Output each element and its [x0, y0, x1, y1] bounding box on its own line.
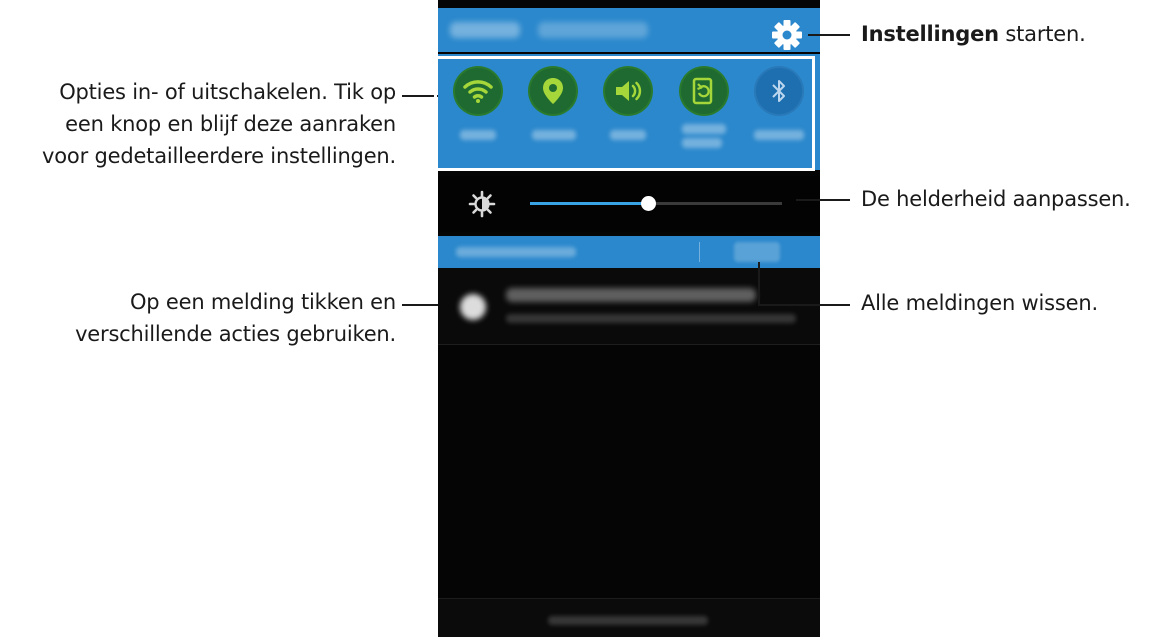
bottom-bar-blur: [548, 616, 708, 625]
notification-title-blur: [506, 288, 756, 302]
notification-panel: [438, 0, 820, 637]
status-date-blur: [538, 22, 648, 38]
annotation-line: verschillende acties gebruiken.: [75, 322, 396, 346]
clear-leader-horizontal: [758, 304, 850, 306]
clear-all-button[interactable]: [734, 242, 780, 262]
settings-annotation: Instellingen starten.: [861, 18, 1086, 50]
brightness-icon: [468, 190, 496, 218]
sound-icon: [616, 81, 642, 101]
clear-leader-vertical: [758, 262, 760, 306]
annotation-line: een knop en blijf deze aanraken: [65, 112, 396, 136]
brightness-slider-fill: [530, 202, 649, 205]
bluetooth-icon: [772, 80, 785, 102]
bluetooth-toggle[interactable]: [754, 66, 804, 116]
quick-settings-panel: [438, 54, 820, 170]
annotation-text: starten.: [998, 22, 1086, 46]
wifi-toggle[interactable]: [453, 66, 503, 116]
quick-setting-caption: [460, 130, 496, 140]
screen-rotation-toggle[interactable]: [679, 66, 729, 116]
sound-toggle[interactable]: [603, 66, 653, 116]
brightness-row: [438, 176, 820, 232]
brightness-leader: [796, 199, 850, 201]
notifications-header-blur: [456, 247, 576, 257]
status-bar: [438, 8, 820, 52]
notification-item[interactable]: [438, 268, 820, 345]
notification-subtitle-blur: [506, 314, 796, 323]
header-divider: [699, 242, 700, 262]
notification-app-icon: [460, 294, 486, 320]
quick-setting-caption: [682, 138, 722, 148]
settings-gear-icon[interactable]: [770, 18, 804, 52]
location-toggle[interactable]: [528, 66, 578, 116]
quick-setting-caption: [532, 130, 576, 140]
brightness-slider[interactable]: [530, 196, 782, 211]
quick-setting-caption: [754, 130, 804, 140]
annotation-bold-term: Instellingen: [861, 22, 999, 46]
quick-settings-annotation: Opties in- of uitschakelen. Tik op een k…: [42, 76, 396, 172]
clear-annotation: Alle meldingen wissen.: [861, 291, 1098, 315]
settings-leader: [808, 34, 850, 36]
notification-annotation: Op een melding tikken en verschillende a…: [75, 286, 396, 350]
location-icon: [543, 78, 563, 104]
notification-leader: [402, 304, 438, 306]
notifications-header: [438, 236, 820, 268]
wifi-icon: [463, 80, 493, 103]
quick-settings-leader: [402, 95, 438, 97]
quick-setting-caption: [610, 130, 646, 140]
annotation-line: Opties in- of uitschakelen. Tik op: [59, 80, 396, 104]
emergency-calls-bar: [438, 598, 820, 637]
annotation-line: Op een melding tikken en: [129, 290, 396, 314]
annotation-line: voor gedetailleerdere instellingen.: [42, 144, 396, 168]
brightness-annotation: De helderheid aanpassen.: [861, 187, 1131, 211]
brightness-slider-thumb[interactable]: [641, 196, 657, 211]
status-time-blur: [450, 22, 520, 38]
screen-rotation-icon: [692, 77, 713, 105]
quick-setting-caption: [682, 124, 726, 134]
